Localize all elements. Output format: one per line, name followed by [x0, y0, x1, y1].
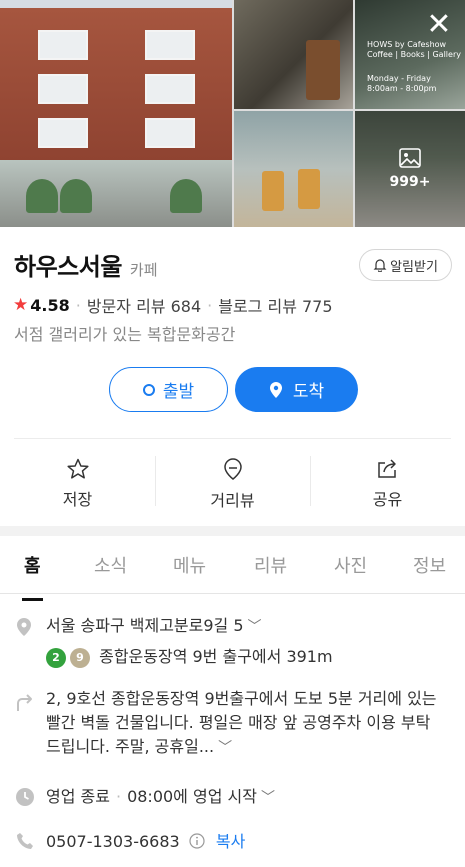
copy-button[interactable]: 복사: [216, 832, 245, 851]
photo-detail: [145, 118, 195, 148]
photo-thumb[interactable]: [234, 0, 353, 109]
star-outline-icon: [66, 458, 89, 479]
notify-button[interactable]: 알림받기: [359, 249, 452, 281]
place-description: 서점 갤러리가 있는 복합문화공간: [14, 325, 236, 344]
photo-detail: [145, 74, 195, 104]
map-pin-icon: [17, 618, 31, 636]
photo-sign-text: HOWS by Cafeshow Coffee | Books | Galler…: [367, 40, 461, 93]
clock-icon: [16, 788, 34, 806]
directions-content: 2, 9호선 종합운동장역 9번출구에서 도보 5분 거리에 있는 빨간 벽돌 …: [46, 689, 437, 756]
photo-icon: [399, 148, 421, 168]
chevron-down-icon: ﹀: [218, 740, 233, 756]
tab-home[interactable]: 홈: [22, 552, 43, 601]
photo-detail: [26, 179, 58, 213]
info-icon[interactable]: [189, 833, 205, 849]
phone-row: 0507-1303-6683 복사: [46, 830, 245, 854]
photo-detail: [306, 40, 340, 100]
depart-label: 출발: [162, 382, 195, 402]
photo-detail: [170, 179, 202, 213]
location-pin-icon: [223, 458, 242, 480]
main-photo[interactable]: [0, 0, 232, 227]
action-bar: 저장 거리뷰 공유: [0, 448, 465, 520]
hours-next: 08:00에 영업 시작: [127, 787, 257, 806]
separator-dot: ·: [75, 295, 81, 315]
separator-dot: ·: [115, 787, 122, 806]
tab-photos[interactable]: 사진: [334, 552, 367, 592]
star-icon: ★: [13, 295, 29, 315]
visitor-reviews-link[interactable]: 방문자 리뷰 684: [87, 293, 201, 317]
arrive-label: 도착: [292, 382, 325, 402]
separator-dot: ·: [207, 295, 213, 315]
street-view-button[interactable]: 거리뷰: [155, 448, 310, 520]
address-text: 서울 송파구 백제고분로9길 5: [46, 616, 244, 635]
photo-detail: [38, 74, 88, 104]
directions-icon: [17, 694, 32, 711]
place-name: 하우스서울: [14, 253, 122, 281]
hours-status: 영업 종료: [46, 787, 110, 806]
address-row[interactable]: 서울 송파구 백제고분로9길 5 ﹀: [46, 614, 262, 639]
share-icon: [377, 459, 396, 478]
photo-detail: [38, 30, 88, 60]
tab-reviews[interactable]: 리뷰: [254, 552, 287, 592]
photo-detail: [60, 179, 92, 213]
more-photos-button[interactable]: 999+: [355, 111, 465, 227]
save-button[interactable]: 저장: [0, 448, 155, 520]
depart-button[interactable]: 출발: [109, 367, 228, 412]
photo-detail: [38, 118, 88, 148]
photo-detail: [145, 30, 195, 60]
hours-row[interactable]: 영업 종료 · 08:00에 영업 시작 ﹀: [46, 785, 275, 810]
photo-thumb[interactable]: [234, 111, 353, 227]
section-divider: [0, 526, 465, 536]
photo-gallery[interactable]: HOWS by Cafeshow Coffee | Books | Galler…: [0, 0, 465, 227]
close-icon[interactable]: ✕: [425, 10, 453, 40]
rating-score: 4.58: [30, 295, 70, 315]
directions-text[interactable]: 2, 9호선 종합운동장역 9번출구에서 도보 5분 거리에 있는 빨간 벽돌 …: [46, 687, 442, 760]
subway-text: 종합운동장역 9번 출구에서 391m: [99, 647, 333, 666]
share-label: 공유: [372, 490, 403, 509]
rating-row: ★ 4.58 · 방문자 리뷰 684 · 블로그 리뷰 775: [13, 293, 333, 317]
photo-detail: [262, 171, 284, 211]
tab-menu[interactable]: 메뉴: [173, 552, 206, 592]
tab-info[interactable]: 정보: [413, 552, 446, 592]
photo-count: 999+: [389, 174, 431, 190]
save-label: 저장: [62, 490, 93, 509]
chevron-down-icon: ﹀: [260, 790, 275, 806]
subway-line-badge: 9: [70, 647, 90, 668]
subway-line-badge: 2: [46, 647, 66, 668]
bell-icon: [373, 259, 387, 272]
place-header: 하우스서울 카페: [14, 247, 158, 282]
tab-news[interactable]: 소식: [94, 552, 127, 592]
phone-icon: [17, 833, 33, 849]
chevron-down-icon: ﹀: [247, 619, 262, 635]
street-view-label: 거리뷰: [210, 491, 255, 510]
location-pin-icon: [269, 381, 282, 398]
subway-row: 29 종합운동장역 9번 출구에서 391m: [46, 645, 333, 669]
phone-number[interactable]: 0507-1303-6683: [46, 832, 180, 851]
blog-reviews-link[interactable]: 블로그 리뷰 775: [218, 293, 332, 317]
share-button[interactable]: 공유: [310, 448, 465, 520]
tab-bar: 홈 소식 메뉴 리뷰 사진 정보: [0, 542, 465, 601]
notify-label: 알림받기: [390, 259, 438, 275]
divider: [14, 438, 451, 439]
place-category: 카페: [129, 261, 158, 279]
origin-icon: [142, 383, 155, 396]
photo-detail: [298, 169, 320, 209]
arrive-button[interactable]: 도착: [235, 367, 358, 412]
